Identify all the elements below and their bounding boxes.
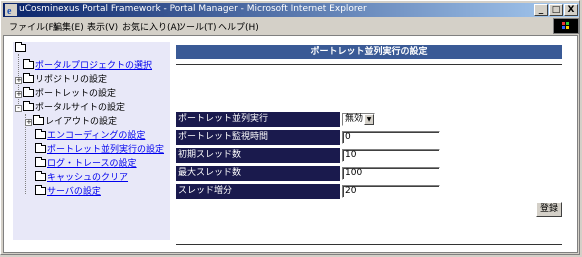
tree-item-portal-project[interactable]: ポータルプロジェクトの選択 <box>23 58 152 71</box>
folder-icon <box>23 59 34 69</box>
field-label: スレッド増分 <box>176 184 340 199</box>
tree-item-cache-clear[interactable]: キャッシュのクリア <box>35 170 128 183</box>
browser-window: e uCosminexus Portal Framework - Portal … <box>0 0 580 255</box>
close-button[interactable]: X <box>564 4 578 16</box>
svg-text:e: e <box>7 6 12 16</box>
field-label: 初期スレッド数 <box>176 148 340 163</box>
windows-logo-icon <box>553 18 579 34</box>
tree-item-portlet-parallel[interactable]: ポートレット並列実行の設定 <box>35 142 164 155</box>
field-label: ポートレット並列実行 <box>176 112 340 127</box>
folder-icon <box>33 115 44 125</box>
tree-item-label[interactable]: ログ・トレースの設定 <box>47 159 137 169</box>
window-title: uCosminexus Portal Framework - Portal Ma… <box>19 4 367 14</box>
register-button[interactable]: 登録 <box>536 202 562 217</box>
tree-item-label[interactable]: キャッシュのクリア <box>47 173 128 183</box>
navigation-tree: ポータルプロジェクトの選択 + リポジトリの設定 + ポートレットの設定 - ポータル… <box>13 42 170 240</box>
footer-divider <box>176 244 562 245</box>
internet-explorer-icon: e <box>5 4 17 16</box>
expand-icon[interactable]: + <box>15 91 22 98</box>
tree-item-portal-site[interactable]: - ポータルサイトの設定 <box>15 100 125 113</box>
folder-icon <box>15 42 26 52</box>
folder-icon <box>35 129 46 139</box>
page-content: ポータルプロジェクトの選択 + リポジトリの設定 + ポートレットの設定 - ポータル… <box>3 35 578 253</box>
parallel-select[interactable]: 無効 ▼ <box>342 113 375 126</box>
tree-item-encoding[interactable]: エンコーディングの設定 <box>35 128 145 141</box>
thread-increment-input[interactable]: 20 <box>342 185 440 198</box>
maximize-button[interactable]: □ <box>549 4 563 16</box>
select-value: 無効 <box>345 114 364 124</box>
header-divider <box>176 64 562 65</box>
folder-icon <box>35 157 46 167</box>
tree-item-label: レイアウトの設定 <box>45 117 118 127</box>
tree-item-log-trace[interactable]: ログ・トレースの設定 <box>35 156 137 169</box>
menu-view[interactable]: 表示(V) <box>87 20 118 33</box>
page-title: ポートレット並列実行の設定 <box>176 45 562 59</box>
folder-icon <box>35 171 46 181</box>
tree-item-label[interactable]: ポートレット並列実行の設定 <box>47 145 164 155</box>
expand-icon[interactable]: + <box>15 77 22 84</box>
menu-edit[interactable]: 編集(E) <box>53 20 84 33</box>
folder-icon <box>35 185 46 195</box>
collapse-icon[interactable]: - <box>15 105 22 112</box>
folder-icon <box>23 73 34 83</box>
initial-threads-input[interactable]: 10 <box>342 149 440 162</box>
max-threads-input[interactable]: 100 <box>342 167 440 180</box>
minimize-button[interactable]: _ <box>534 4 548 16</box>
monitor-time-input[interactable]: 0 <box>342 131 440 144</box>
folder-icon <box>23 101 34 111</box>
tree-item-label: ポータルサイトの設定 <box>35 103 126 113</box>
tree-root-folder[interactable] <box>15 42 27 54</box>
tree-item-layout[interactable]: + レイアウトの設定 <box>25 114 117 127</box>
dropdown-arrow-icon[interactable]: ▼ <box>364 114 374 125</box>
tree-item-repository[interactable]: + リポジトリの設定 <box>15 72 107 85</box>
folder-icon <box>23 87 34 97</box>
tree-item-label[interactable]: エンコーディングの設定 <box>47 131 145 141</box>
folder-icon <box>35 143 46 153</box>
menu-favorites[interactable]: お気に入り(A) <box>122 20 180 33</box>
tree-item-label[interactable]: サーバの設定 <box>47 187 101 197</box>
tree-item-server[interactable]: サーバの設定 <box>35 184 101 197</box>
tree-item-label[interactable]: ポータルプロジェクトの選択 <box>35 61 152 71</box>
menu-file[interactable]: ファイル(F) <box>9 20 57 33</box>
menu-help[interactable]: ヘルプ(H) <box>218 20 259 33</box>
expand-icon[interactable]: + <box>25 119 32 126</box>
tree-item-label: ポートレットの設定 <box>35 89 117 99</box>
field-label: ポートレット監視時間 <box>176 130 340 145</box>
tree-item-portlet[interactable]: + ポートレットの設定 <box>15 86 116 99</box>
menu-tools[interactable]: ツール(T) <box>177 20 217 33</box>
tree-item-label: リポジトリの設定 <box>35 75 108 85</box>
field-label: 最大スレッド数 <box>176 166 340 181</box>
menu-bar: ファイル(F) 編集(E) 表示(V) お気に入り(A) ツール(T) ヘルプ(… <box>3 18 579 34</box>
title-bar[interactable]: e uCosminexus Portal Framework - Portal … <box>3 3 579 17</box>
